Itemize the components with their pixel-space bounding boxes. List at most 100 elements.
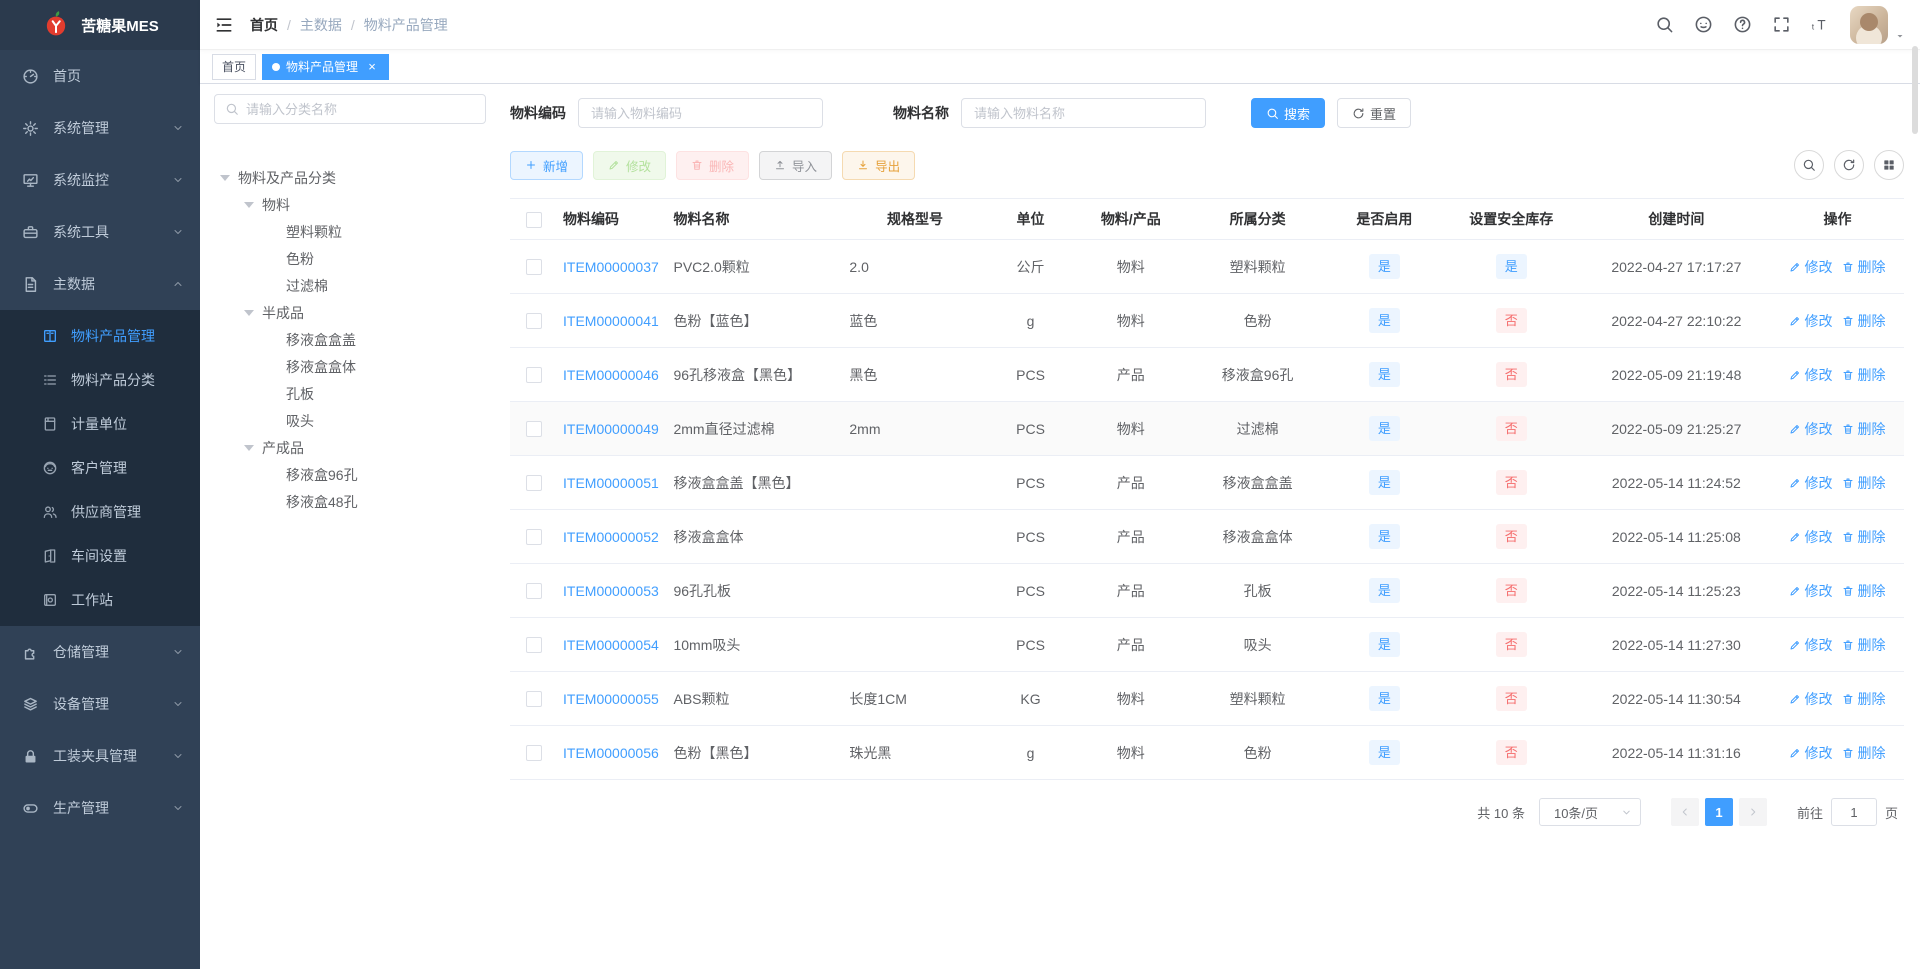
user-menu[interactable]	[1850, 5, 1906, 44]
tree-node[interactable]: 产成品	[214, 434, 486, 461]
tree-node[interactable]: 塑料颗粒	[214, 218, 486, 245]
sidebar-subitem[interactable]: 计量单位	[0, 402, 200, 446]
sidebar-subitem[interactable]: 物料产品分类	[0, 358, 200, 402]
add-button[interactable]: 新增	[510, 150, 584, 180]
item-code-link[interactable]: ITEM00000051	[563, 475, 659, 491]
row-delete-link[interactable]: 删除	[1842, 743, 1885, 763]
row-checkbox[interactable]	[525, 421, 542, 438]
row-edit-link[interactable]: 修改	[1789, 365, 1832, 385]
row-edit-link[interactable]: 修改	[1789, 581, 1832, 601]
tree-node[interactable]: 物料及产品分类	[214, 164, 486, 191]
sidebar-item[interactable]: 工装夹具管理	[0, 730, 200, 782]
item-code-link[interactable]: ITEM00000052	[563, 529, 659, 545]
item-code-link[interactable]: ITEM00000041	[563, 313, 659, 329]
sidebar-item[interactable]: 系统工具	[0, 206, 200, 258]
reset-button[interactable]: 重置	[1337, 98, 1412, 128]
sidebar-item[interactable]: 系统管理	[0, 102, 200, 154]
row-edit-link[interactable]: 修改	[1789, 635, 1832, 655]
sidebar-subitem[interactable]: 物料产品管理	[0, 314, 200, 358]
material-name-input[interactable]	[961, 98, 1206, 128]
tree-caret-down-icon[interactable]	[220, 174, 230, 186]
category-search-input[interactable]	[246, 101, 475, 117]
row-checkbox[interactable]	[525, 529, 542, 546]
header-search-icon[interactable]	[1655, 15, 1674, 34]
tree-node[interactable]: 物料	[214, 191, 486, 218]
fullscreen-icon[interactable]	[1772, 15, 1791, 34]
row-delete-link[interactable]: 删除	[1842, 527, 1885, 547]
tree-node[interactable]: 半成品	[214, 299, 486, 326]
tree-node[interactable]: 孔板	[214, 380, 486, 407]
delete-button[interactable]: 删除	[676, 150, 750, 180]
item-code-link[interactable]: ITEM00000054	[563, 637, 659, 653]
row-delete-link[interactable]: 删除	[1842, 365, 1885, 385]
sidebar-item[interactable]: 设备管理	[0, 678, 200, 730]
page-number-1[interactable]: 1	[1704, 798, 1733, 826]
row-checkbox[interactable]	[525, 745, 542, 762]
row-edit-link[interactable]: 修改	[1789, 257, 1832, 277]
tab-home[interactable]: 首页	[212, 53, 257, 80]
tree-caret-down-icon[interactable]	[244, 201, 254, 213]
avatar[interactable]	[1850, 5, 1888, 44]
row-edit-link[interactable]: 修改	[1789, 689, 1832, 709]
row-delete-link[interactable]: 删除	[1842, 635, 1885, 655]
breadcrumb-item-home[interactable]: 首页	[250, 15, 278, 35]
row-delete-link[interactable]: 删除	[1842, 419, 1885, 439]
app-logo-row[interactable]: 苦糖果MES	[0, 0, 200, 50]
item-code-link[interactable]: ITEM00000049	[563, 421, 659, 437]
row-checkbox[interactable]	[525, 367, 542, 384]
sidebar-item[interactable]: 仓储管理	[0, 626, 200, 678]
sidebar-subitem[interactable]: 客户管理	[0, 446, 200, 490]
next-page-button[interactable]	[1738, 798, 1767, 826]
row-delete-link[interactable]: 删除	[1842, 311, 1885, 331]
tree-node[interactable]: 移液盒盒盖	[214, 326, 486, 353]
tree-node[interactable]: 移液盒盒体	[214, 353, 486, 380]
row-delete-link[interactable]: 删除	[1842, 257, 1885, 277]
sidebar-item[interactable]: 系统监控	[0, 154, 200, 206]
sidebar-subitem[interactable]: 供应商管理	[0, 490, 200, 534]
row-delete-link[interactable]: 删除	[1842, 581, 1885, 601]
hamburger-icon[interactable]	[214, 15, 234, 35]
help-icon[interactable]	[1733, 15, 1752, 34]
column-settings-button[interactable]	[1874, 150, 1904, 180]
item-code-link[interactable]: ITEM00000056	[563, 745, 659, 761]
search-button[interactable]: 搜索	[1251, 98, 1326, 128]
edit-button[interactable]: 修改	[593, 150, 667, 180]
material-code-input[interactable]	[578, 98, 823, 128]
sidebar-item[interactable]: 主数据	[0, 258, 200, 310]
tab-close-icon[interactable]: ×	[365, 60, 379, 74]
row-edit-link[interactable]: 修改	[1789, 527, 1832, 547]
tree-node[interactable]: 移液盒96孔	[214, 461, 486, 488]
breadcrumb-item-masterdata[interactable]: 主数据	[300, 15, 342, 35]
sidebar-item[interactable]: 生产管理	[0, 782, 200, 834]
import-button[interactable]: 导入	[759, 150, 833, 180]
row-edit-link[interactable]: 修改	[1789, 743, 1832, 763]
font-size-icon[interactable]: tT	[1811, 15, 1830, 34]
page-size-select[interactable]: 10条/页	[1538, 798, 1641, 826]
github-icon[interactable]	[1694, 15, 1713, 34]
item-code-link[interactable]: ITEM00000037	[563, 259, 659, 275]
export-button[interactable]: 导出	[842, 150, 916, 180]
row-checkbox[interactable]	[525, 259, 542, 276]
row-edit-link[interactable]: 修改	[1789, 473, 1832, 493]
row-checkbox[interactable]	[525, 475, 542, 492]
row-edit-link[interactable]: 修改	[1789, 311, 1832, 331]
refresh-table-button[interactable]	[1834, 150, 1864, 180]
tree-node[interactable]: 过滤棉	[214, 272, 486, 299]
goto-page-input[interactable]	[1830, 798, 1877, 826]
tab-material-product-management[interactable]: 物料产品管理 ×	[262, 53, 390, 80]
tree-node[interactable]: 移液盒48孔	[214, 488, 486, 515]
row-checkbox[interactable]	[525, 583, 542, 600]
row-checkbox[interactable]	[525, 637, 542, 654]
item-code-link[interactable]: ITEM00000055	[563, 691, 659, 707]
row-edit-link[interactable]: 修改	[1789, 419, 1832, 439]
select-all-checkbox[interactable]	[525, 211, 542, 228]
toggle-search-button[interactable]	[1794, 150, 1824, 180]
tree-caret-down-icon[interactable]	[244, 309, 254, 321]
row-checkbox[interactable]	[525, 691, 542, 708]
scrollbar[interactable]	[1912, 46, 1918, 134]
tree-caret-down-icon[interactable]	[244, 444, 254, 456]
row-delete-link[interactable]: 删除	[1842, 473, 1885, 493]
item-code-link[interactable]: ITEM00000046	[563, 367, 659, 383]
item-code-link[interactable]: ITEM00000053	[563, 583, 659, 599]
prev-page-button[interactable]	[1670, 798, 1699, 826]
